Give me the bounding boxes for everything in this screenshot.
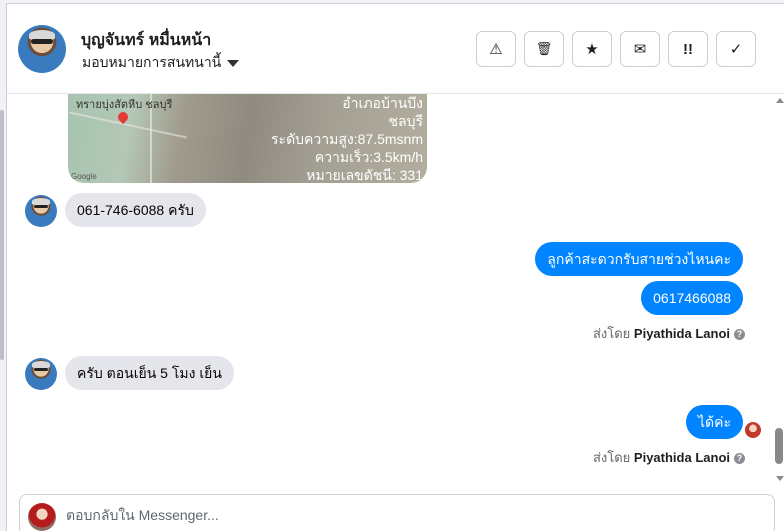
page-avatar (28, 503, 56, 531)
map-overlay-line: ความเร็ว:3.5km/h (314, 149, 423, 165)
outgoing-message[interactable]: ได้ค่ะ (685, 405, 743, 439)
outgoing-message[interactable]: ลูกค้าสะดวกรับสายช่วงไหนคะ (535, 242, 743, 276)
sender-avatar[interactable] (25, 195, 57, 227)
sender-avatar[interactable] (25, 358, 57, 390)
scrollbar-thumb[interactable] (775, 428, 783, 464)
double-exclamation-icon: !! (683, 40, 693, 58)
map-overlay-line: อำเภอบ้านบึง (342, 95, 423, 111)
sent-by-label: ส่งโดย Piyathida Lanoi? (593, 323, 745, 344)
envelope-icon: ✉ (633, 41, 647, 58)
contact-avatar[interactable] (18, 25, 66, 73)
map-overlay-line: หมายเลขดัชนี: 331 (306, 167, 423, 183)
reply-input[interactable] (66, 507, 756, 523)
seen-avatar (745, 422, 761, 438)
message-thread: ทรายบุ่งสัตหีบ ชลบุรี Google อำเภอบ้านบึ… (7, 94, 784, 489)
info-icon[interactable]: ? (734, 453, 745, 465)
sender-name: Piyathida Lanoi (633, 450, 730, 465)
map-info-overlay: อำเภอบ้านบึง ชลบุรี ระดับความสูง:87.5msn… (271, 94, 423, 183)
info-icon[interactable]: ? (734, 329, 745, 341)
mark-done-button[interactable]: ✓ (716, 31, 756, 67)
checkmark-icon: ✓ (729, 41, 743, 58)
map-overlay-line: ชลบุรี (388, 113, 424, 129)
mark-spam-button[interactable]: ⚠ (476, 31, 516, 67)
incoming-message[interactable]: ครับ ตอนเย็น 5 โมง เย็น (65, 356, 234, 390)
conversation-panel: บุญจันทร์ หมื่นหน้า มอบหมายการสนทนานี้ ⚠… (6, 3, 784, 531)
google-logo: Google (71, 172, 97, 181)
sent-by-label: ส่งโดย Piyathida Lanoi? (593, 447, 745, 468)
sent-by-prefix: ส่งโดย (592, 450, 631, 465)
outgoing-message[interactable]: 0617466088 (641, 281, 743, 315)
scroll-up-arrow-icon[interactable] (776, 98, 784, 103)
warning-icon: ⚠ (489, 41, 503, 58)
star-icon: ★ (585, 41, 599, 58)
sender-name: Piyathida Lanoi (633, 326, 730, 341)
caret-down-icon (227, 59, 240, 67)
assign-conversation-label: มอบหมายการสนทนานี้ (82, 54, 222, 70)
follow-up-button[interactable]: !! (668, 31, 708, 67)
assign-conversation-dropdown[interactable]: มอบหมายการสนทนานี้ (82, 52, 240, 74)
map-place-label: ทรายบุ่งสัตหีบ ชลบุรี (76, 99, 173, 111)
mark-unread-button[interactable]: ✉ (620, 31, 660, 67)
map-overlay-line: ระดับความสูง:87.5msnm (271, 131, 423, 147)
conversation-header: บุญจันทร์ หมื่นหน้า มอบหมายการสนทนานี้ ⚠… (7, 4, 784, 94)
scroll-down-arrow-icon[interactable] (776, 476, 784, 481)
location-map-attachment[interactable]: ทรายบุ่งสัตหีบ ชลบุรี Google อำเภอบ้านบึ… (68, 94, 427, 183)
delete-button[interactable]: 🗑 (524, 31, 564, 67)
trash-icon: 🗑 (535, 41, 553, 56)
thread-scrollbar[interactable] (773, 94, 784, 489)
reply-composer[interactable] (19, 494, 775, 531)
left-panel-edge (0, 110, 4, 360)
star-button[interactable]: ★ (572, 31, 612, 67)
incoming-message[interactable]: 061-746-6088 ครับ (65, 193, 206, 227)
sent-by-prefix: ส่งโดย (592, 326, 631, 341)
contact-name[interactable]: บุญจันทร์ หมื่นหน้า (81, 28, 211, 53)
